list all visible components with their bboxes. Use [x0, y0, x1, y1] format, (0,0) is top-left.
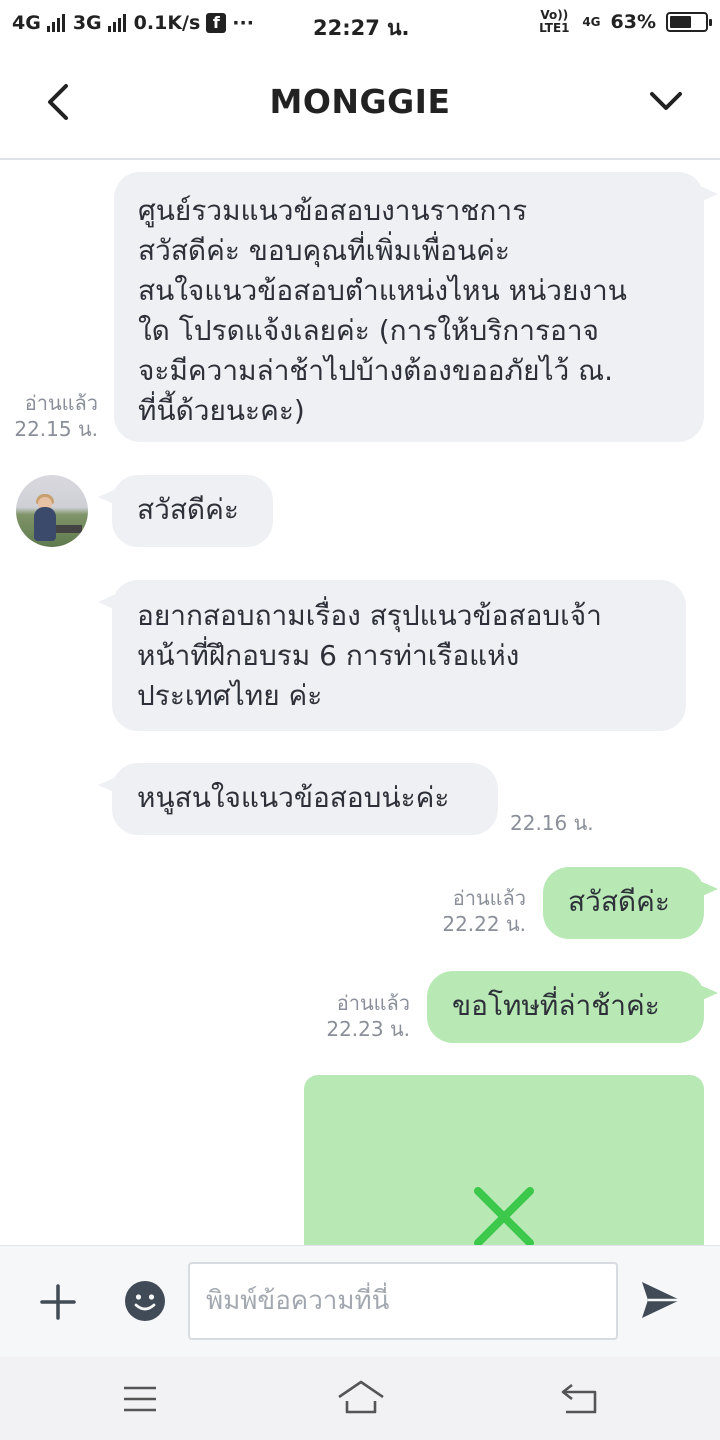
message-time: 22.22 น.: [442, 912, 526, 936]
volte-icon: Vo)) LTE1: [539, 8, 570, 35]
message-time: 22.15 น.: [14, 417, 98, 441]
message-meta: อ่านแล้ว 22.23 น.: [326, 990, 410, 1042]
smiley-icon[interactable]: [124, 1280, 166, 1322]
status-bar: 4G 3G 0.1K/s f ··· 22:27 น. Vo)) LTE1 4G…: [0, 0, 720, 52]
avatar[interactable]: [16, 475, 88, 547]
message-bubble[interactable]: อยากสอบถามเรื่อง สรุปแนวข้อสอบเจ้า หน้าท…: [98, 580, 686, 731]
read-receipt: อ่านแล้ว: [452, 886, 526, 910]
status-left: 4G 3G 0.1K/s f ···: [12, 12, 254, 34]
signal-icon: [46, 14, 65, 32]
chat-title: MONGGIE: [269, 82, 451, 121]
message-bubble[interactable]: สวัสดีค่ะ: [543, 867, 718, 939]
message-bubble[interactable]: ขอโทษที่ล่าช้าค่ะ: [427, 971, 718, 1043]
send-icon[interactable]: [640, 1280, 682, 1320]
network-type-3: 4G: [582, 14, 601, 29]
read-receipt: อ่านแล้ว: [336, 991, 410, 1015]
network-type-2: 3G: [72, 12, 102, 34]
network-speed: 0.1K/s: [133, 12, 201, 34]
message-bubble[interactable]: ศูนย์รวมแนวข้อสอบงานราชการ สวัสดีค่ะ ขอบ…: [114, 172, 718, 442]
message-meta: อ่านแล้ว 22.22 น.: [442, 885, 526, 937]
message-meta: อ่านแล้ว 22.15 น.: [14, 390, 98, 442]
x-mark-icon: [474, 1187, 534, 1245]
message-bubble[interactable]: หนูสนใจแนวข้อสอบน่ะค่ะ: [98, 763, 498, 835]
message-input-bar: [0, 1245, 720, 1358]
back-icon[interactable]: [560, 1381, 598, 1415]
message-time: 22.16 น.: [510, 811, 594, 835]
chat-area[interactable]: อ่านแล้ว 22.15 น. ศูนย์รวมแนวข้อสอบงานรา…: [0, 160, 720, 1245]
read-receipt: อ่านแล้ว: [24, 391, 98, 415]
facebook-icon: f: [206, 13, 227, 33]
battery-fill: [670, 16, 691, 28]
chat-header: MONGGIE: [0, 52, 720, 160]
battery-percent: 63%: [610, 11, 656, 33]
message-input[interactable]: [188, 1262, 618, 1340]
message-bubble[interactable]: สวัสดีค่ะ: [98, 475, 273, 547]
plus-icon[interactable]: [38, 1282, 78, 1322]
message-time: 22.23 น.: [326, 1017, 410, 1041]
home-icon[interactable]: [336, 1379, 386, 1415]
signal-icon: [107, 14, 126, 32]
system-nav-bar: [0, 1357, 720, 1440]
menu-icon[interactable]: [122, 1385, 158, 1413]
battery-icon: [666, 12, 712, 32]
chevron-down-icon[interactable]: [648, 88, 684, 114]
status-right: Vo)) LTE1 4G 63%: [536, 8, 712, 35]
more-notifications-icon: ···: [232, 12, 254, 34]
avatar-body: [34, 507, 56, 541]
network-type-1: 4G: [12, 12, 41, 34]
avatar-bench: [56, 525, 82, 533]
image-message[interactable]: [304, 1075, 704, 1245]
status-time: 22:27 น.: [313, 16, 410, 40]
